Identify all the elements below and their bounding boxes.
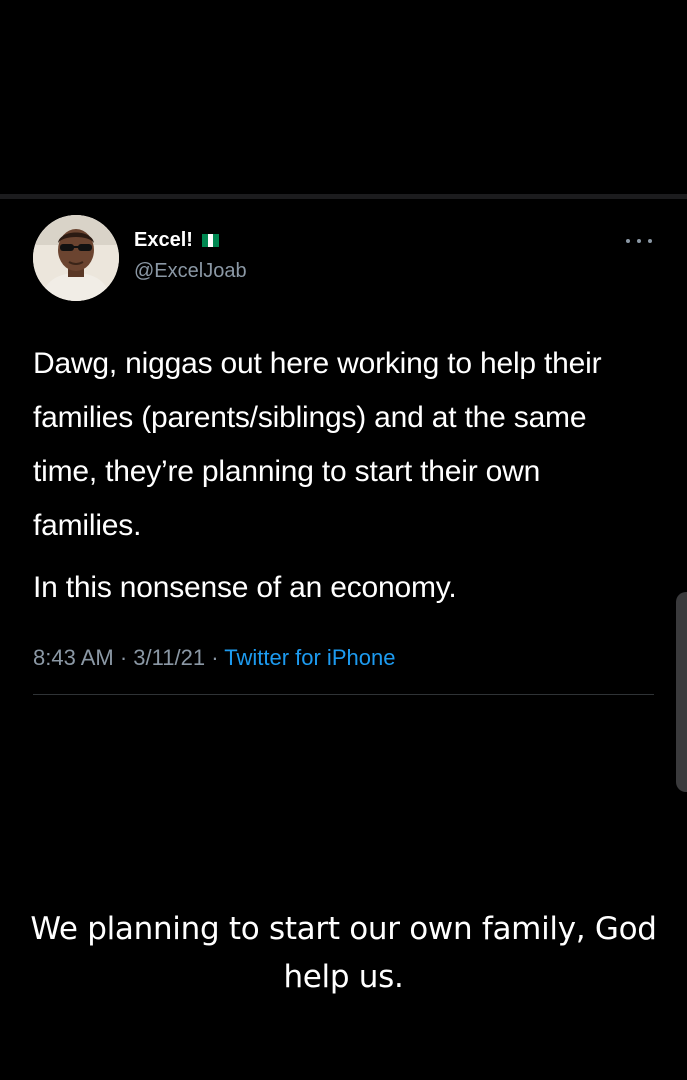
tweet-text: Dawg, niggas out here working to help th… [33,337,648,615]
meta-separator: · [211,645,219,670]
tweet-card[interactable]: Excel! @ExcelJoab Dawg, niggas out here … [0,199,687,719]
display-name-row: Excel! [134,229,220,252]
tweet-text-paragraph: In this nonsense of an economy. [33,571,457,604]
scroll-handle[interactable] [676,592,687,792]
profile-photo-icon [33,215,119,301]
tweet-text-paragraph: Dawg, niggas out here working to help th… [33,347,602,542]
caption-text: We planning to start our own family, God… [30,911,657,995]
user-handle[interactable]: @ExcelJoab [134,260,247,283]
avatar[interactable] [33,215,119,301]
tweet-date[interactable]: 3/11/21 [133,645,205,670]
meta-separator: · [119,645,128,670]
tweet-time[interactable]: 8:43 AM [33,645,114,670]
more-dots-icon[interactable] [626,235,652,247]
divider [33,694,654,695]
nigeria-flag-icon [200,233,220,248]
tweet-meta: 8:43 AM · 3/11/21 · Twitter for iPhone [33,645,395,671]
tweet-source-link[interactable]: Twitter for iPhone [224,645,395,670]
display-name[interactable]: Excel! [134,229,193,252]
